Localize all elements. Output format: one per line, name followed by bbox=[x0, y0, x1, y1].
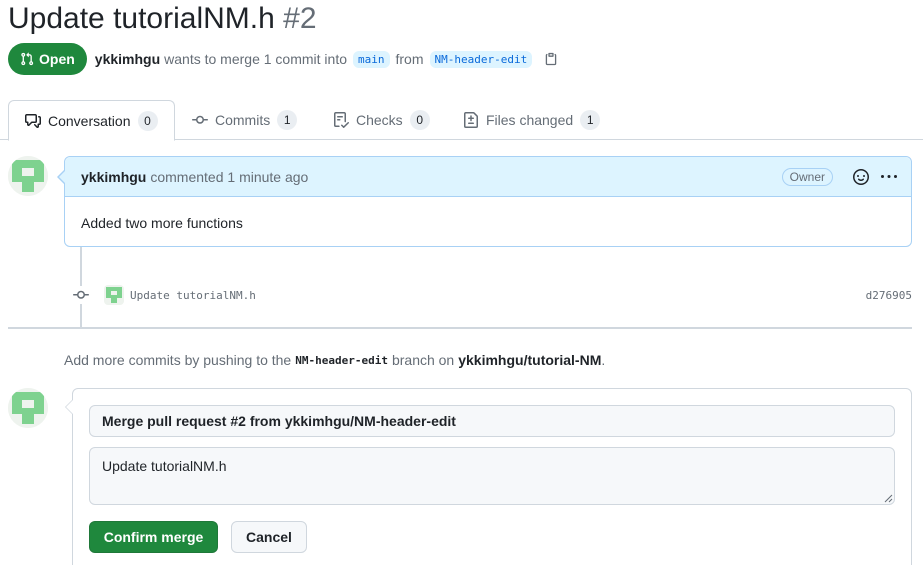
comment-discussion-icon bbox=[25, 113, 41, 128]
base-branch[interactable]: main bbox=[353, 50, 390, 68]
checklist-icon bbox=[334, 112, 349, 128]
commit-message-link[interactable]: Update tutorialNM.h bbox=[130, 289, 256, 302]
tab-checks-count: 0 bbox=[409, 110, 430, 130]
tab-commits-count: 1 bbox=[277, 110, 298, 130]
avatar[interactable] bbox=[8, 388, 48, 428]
identicon-avatar-icon bbox=[104, 285, 124, 305]
smiley-icon[interactable] bbox=[853, 168, 869, 185]
commit-sha-link[interactable]: d276905 bbox=[866, 289, 912, 302]
head-branch[interactable]: NM-header-edit bbox=[429, 50, 533, 68]
merge-summary: ykkimhgu wants to merge 1 commit into ma… bbox=[95, 50, 558, 68]
comment-card: ykkimhgu commented 1 minute ago Owner Ad… bbox=[57, 156, 912, 247]
merge-body-textarea[interactable]: Update tutorialNM.h bbox=[89, 447, 895, 505]
push-hint: Add more commits by pushing to the NM-he… bbox=[64, 352, 605, 368]
wants-text: wants to merge 1 commit into bbox=[164, 51, 347, 67]
timeline-commit: Update tutorialNM.h d276905 bbox=[72, 284, 912, 306]
state-label: Open bbox=[39, 51, 75, 67]
merge-title-input[interactable] bbox=[89, 405, 895, 437]
tab-files-changed-count: 1 bbox=[580, 110, 601, 130]
tab-conversation-count: 0 bbox=[137, 110, 158, 131]
identicon-avatar-icon bbox=[8, 388, 48, 428]
push-hint-middle: branch on bbox=[391, 352, 455, 368]
cancel-button[interactable]: Cancel bbox=[231, 521, 307, 553]
kebab-horizontal-icon[interactable] bbox=[881, 169, 897, 185]
tab-files-changed-label: Files changed bbox=[486, 112, 574, 128]
git-pull-request-icon bbox=[21, 52, 34, 66]
owner-badge: Owner bbox=[781, 167, 833, 186]
tab-checks[interactable]: Checks 0 bbox=[333, 100, 430, 140]
repo-link[interactable]: ykkimhgu/tutorial-NM bbox=[458, 352, 601, 368]
pr-tabs: Conversation 0 Commits 1 Checks 0 Files … bbox=[0, 100, 923, 141]
pr-meta: Open ykkimhgu wants to merge 1 commit in… bbox=[8, 43, 558, 75]
push-hint-prefix: Add more commits by pushing to the bbox=[64, 352, 292, 368]
tab-files-changed[interactable]: Files changed 1 bbox=[463, 100, 601, 140]
comment-timestamp[interactable]: commented 1 minute ago bbox=[150, 169, 308, 185]
comment-author-link[interactable]: ykkimhgu bbox=[81, 169, 146, 185]
tab-conversation[interactable]: Conversation 0 bbox=[8, 100, 175, 141]
merge-form: Update tutorialNM.h Confirm merge Cancel bbox=[65, 388, 912, 565]
tab-commits-label: Commits bbox=[215, 112, 271, 128]
pr-title-text: Update tutorialNM.h bbox=[8, 2, 275, 35]
copy-icon[interactable] bbox=[544, 52, 558, 66]
state-badge: Open bbox=[8, 43, 87, 75]
git-commit-icon bbox=[72, 286, 90, 304]
timeline-divider bbox=[8, 327, 912, 329]
push-hint-branch: NM-header-edit bbox=[295, 353, 388, 367]
avatar[interactable] bbox=[8, 156, 48, 196]
pr-title: Update tutorialNM.h #2 bbox=[8, 0, 317, 38]
pr-number: #2 bbox=[283, 2, 317, 35]
comment-body: Added two more functions bbox=[81, 215, 243, 231]
comment-header: ykkimhgu commented 1 minute ago Owner bbox=[65, 157, 911, 197]
tab-conversation-label: Conversation bbox=[48, 112, 131, 129]
confirm-merge-button[interactable]: Confirm merge bbox=[89, 521, 218, 553]
file-diff-icon bbox=[464, 112, 478, 128]
git-commit-icon bbox=[192, 115, 208, 124]
commit-author-avatar[interactable] bbox=[104, 285, 124, 305]
identicon-avatar-icon bbox=[8, 156, 48, 196]
pr-author-link[interactable]: ykkimhgu bbox=[95, 51, 160, 67]
push-hint-suffix: . bbox=[601, 352, 606, 368]
tab-commits[interactable]: Commits 1 bbox=[192, 100, 298, 140]
from-text: from bbox=[395, 51, 424, 67]
resize-grip-icon[interactable] bbox=[883, 493, 893, 503]
tab-checks-label: Checks bbox=[356, 112, 403, 128]
